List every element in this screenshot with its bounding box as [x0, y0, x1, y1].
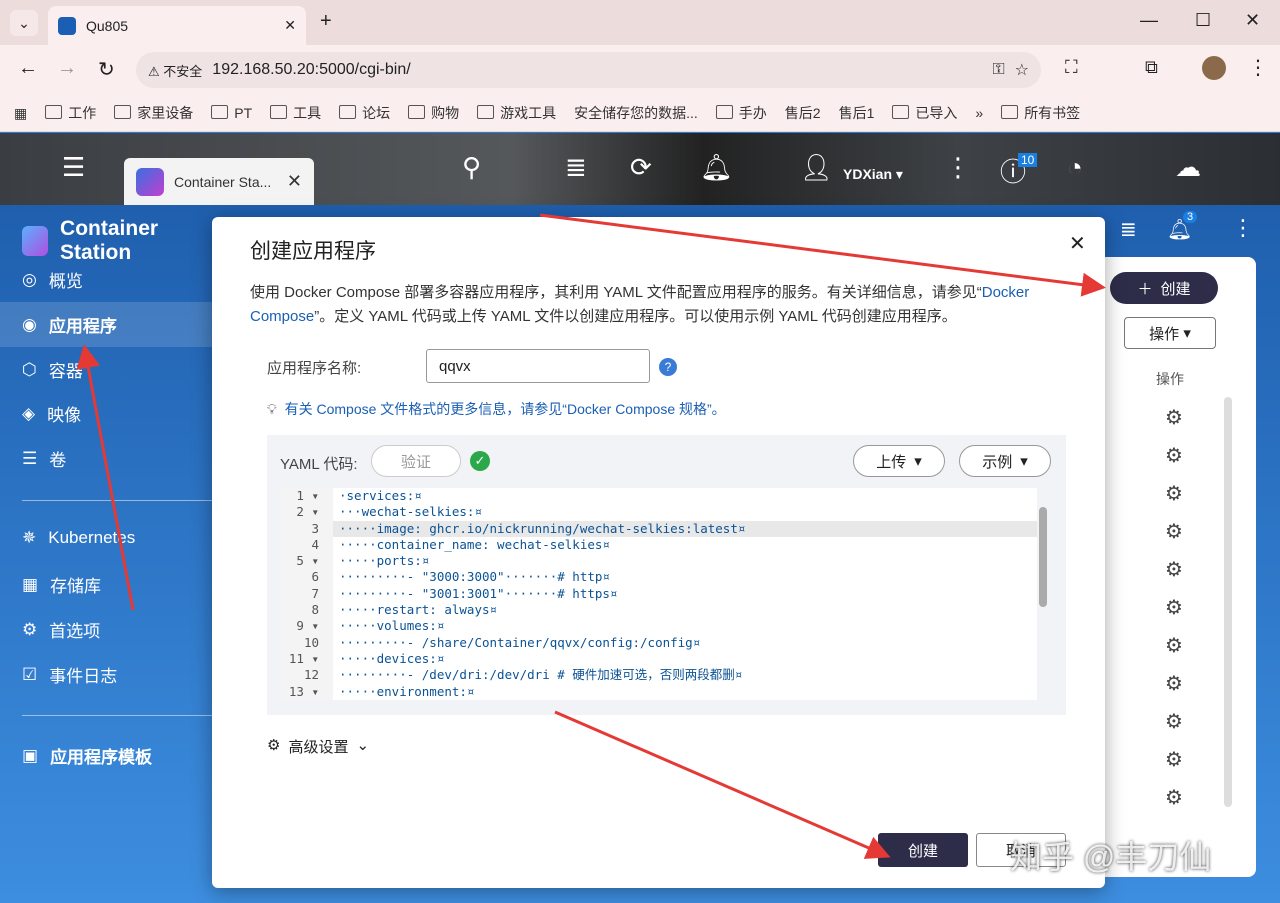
watermark: 知乎 @丰刀仙 [1010, 832, 1211, 878]
arrow [85, 350, 133, 610]
annotation-arrows [0, 0, 1280, 903]
arrow [555, 712, 885, 855]
arrow [540, 215, 1100, 287]
